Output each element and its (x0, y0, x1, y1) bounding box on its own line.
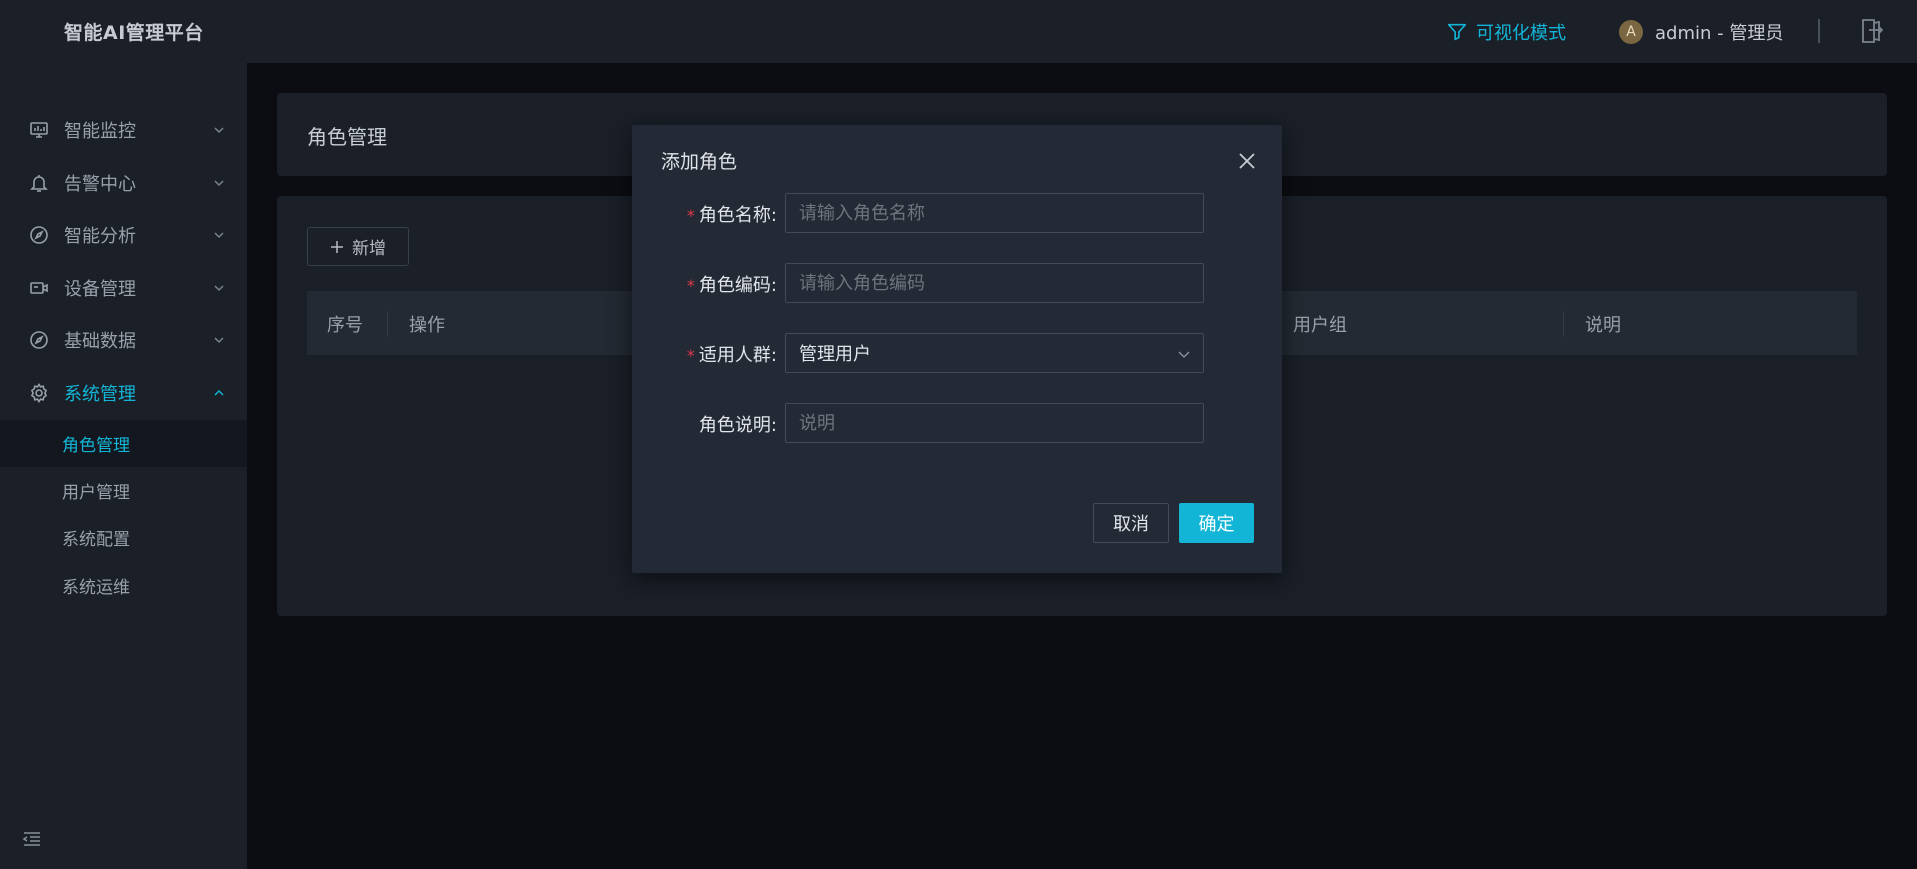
role-code-row: * 角色编码: (632, 263, 1282, 303)
sidebar-item-analysis[interactable]: 智能分析 (0, 209, 247, 261)
collapse-menu-icon[interactable] (22, 829, 42, 849)
role-name-label: * 角色名称: (687, 201, 777, 227)
audience-row: * 适用人群: 管理用户 (632, 333, 1282, 373)
sidebar-subitem-user-management[interactable]: 用户管理 (0, 467, 247, 514)
compass-icon (30, 331, 48, 349)
role-code-label-text: 角色编码: (698, 275, 777, 296)
column-header-description: 说明 (1585, 315, 1621, 336)
required-marker: * (686, 276, 695, 295)
role-name-label-text: 角色名称: (698, 205, 777, 226)
required-marker: * (686, 206, 695, 225)
visual-mode-link[interactable]: 可视化模式 (1446, 19, 1566, 45)
chevron-down-icon (214, 232, 224, 239)
sidebar: 智能监控 告警中心 智能分析 设备管理 基础数据 系统管理 角色管理 用户管理 … (0, 63, 247, 869)
sidebar-subitem-label: 系统配置 (62, 530, 130, 550)
sidebar-item-basic-data[interactable]: 基础数据 (0, 314, 247, 366)
sidebar-item-monitoring[interactable]: 智能监控 (0, 104, 247, 156)
gear-icon (30, 383, 48, 403)
visual-mode-label: 可视化模式 (1476, 23, 1566, 44)
page-title: 角色管理 (307, 125, 387, 149)
sidebar-subitem-label: 用户管理 (62, 483, 130, 503)
add-role-dialog: 添加角色 *角色名称: *角色编码: *适用人群: 管理用户 角色说明: 取消 … (632, 125, 1282, 573)
filter-icon (1447, 23, 1467, 41)
add-button-label: 新增 (352, 239, 386, 258)
sidebar-item-label: 设备管理 (64, 279, 136, 300)
audience-select-value: 管理用户 (799, 344, 871, 365)
chevron-down-icon (214, 337, 224, 344)
sidebar-item-devices[interactable]: 设备管理 (0, 262, 247, 314)
description-input[interactable] (785, 403, 1204, 443)
header-divider (1818, 19, 1820, 43)
user-menu[interactable]: A admin - 管理员 (1619, 19, 1783, 45)
dialog-title: 添加角色 (661, 151, 738, 173)
sidebar-subitem-label: 系统运维 (62, 578, 130, 598)
sidebar-subitem-label: 角色管理 (62, 436, 130, 456)
sidebar-subitem-system-ops[interactable]: 系统运维 (0, 562, 247, 609)
audience-label-text: 适用人群: (698, 345, 777, 366)
cancel-button[interactable]: 取消 (1093, 503, 1169, 543)
sidebar-item-label: 智能监控 (64, 121, 136, 142)
chevron-down-icon (214, 127, 224, 134)
bell-icon (30, 175, 48, 192)
sidebar-subitem-system-config[interactable]: 系统配置 (0, 514, 247, 561)
camera-icon (30, 282, 48, 294)
confirm-button[interactable]: 确定 (1179, 503, 1254, 543)
description-label: 角色说明: (698, 415, 777, 436)
app-logo: 智能AI管理平台 (64, 22, 204, 44)
audience-select[interactable]: 管理用户 (785, 333, 1204, 373)
close-icon[interactable] (1237, 151, 1257, 171)
sidebar-item-label: 智能分析 (64, 226, 136, 247)
role-name-input[interactable] (785, 193, 1204, 233)
sidebar-item-label: 告警中心 (64, 174, 136, 195)
column-header-actions: 操作 (409, 315, 445, 336)
sidebar-item-label: 基础数据 (64, 331, 136, 352)
role-code-label: * 角色编码: (687, 271, 777, 297)
sidebar-item-system[interactable]: 系统管理 (0, 367, 247, 419)
role-code-input[interactable] (785, 263, 1204, 303)
plus-icon (331, 240, 343, 253)
chevron-down-icon (1178, 351, 1190, 359)
top-header: 智能AI管理平台 可视化模式 A admin - 管理员 (0, 0, 1917, 63)
column-divider (387, 311, 388, 337)
column-header-index: 序号 (327, 315, 363, 336)
add-button[interactable]: 新增 (307, 227, 409, 266)
column-divider (1563, 311, 1564, 337)
sidebar-subitem-role-management[interactable]: 角色管理 (0, 420, 247, 467)
compass-icon (30, 226, 48, 244)
sidebar-item-label: 系统管理 (64, 384, 136, 405)
audience-label: * 适用人群: (687, 341, 777, 367)
logout-icon[interactable] (1860, 18, 1884, 44)
column-header-user-group: 用户组 (1293, 315, 1347, 336)
sidebar-item-alarms[interactable]: 告警中心 (0, 157, 247, 209)
required-marker: * (686, 346, 695, 365)
description-row: 角色说明: (632, 403, 1282, 443)
chevron-down-icon (214, 285, 224, 292)
user-name: admin - 管理员 (1655, 23, 1784, 44)
monitor-icon (30, 122, 48, 138)
avatar: A (1619, 20, 1643, 44)
chevron-down-icon (214, 180, 224, 187)
chevron-up-icon (214, 389, 224, 396)
role-name-row: * 角色名称: (632, 193, 1282, 233)
